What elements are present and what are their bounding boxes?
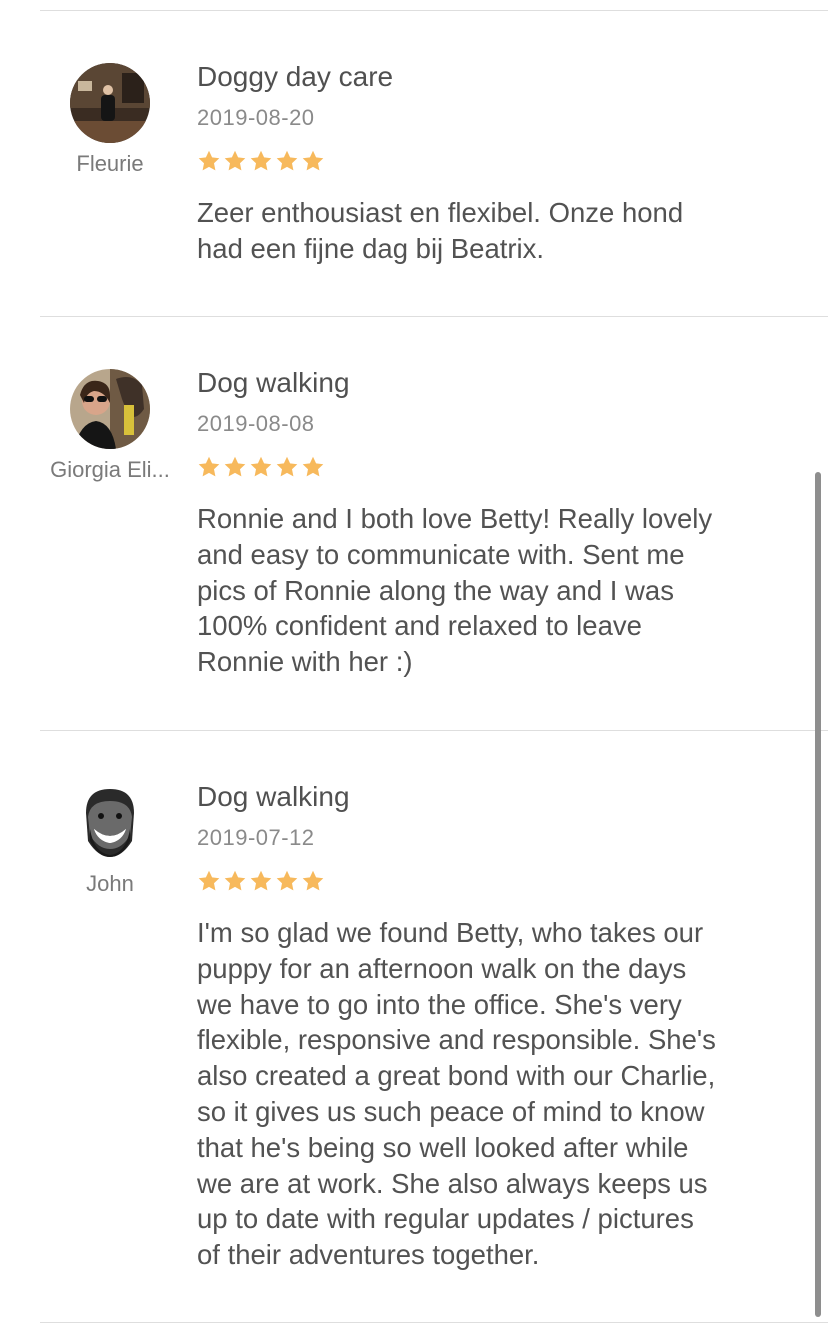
star-icon	[302, 150, 324, 171]
service-title: Doggy day care	[197, 61, 394, 92]
scrollbar[interactable]	[815, 472, 821, 1317]
star-icon	[224, 870, 246, 891]
star-rating	[197, 149, 325, 173]
comment-line: had een fijne dag bij Beatrix.	[197, 232, 545, 264]
comment-line: that he's being so well looked after whi…	[197, 1131, 689, 1163]
review-comment: I'm so glad we found Betty, who takes ou…	[197, 915, 797, 1273]
comment-line: puppy for an afternoon walk on the days	[197, 952, 687, 984]
star-icon	[276, 150, 298, 171]
star-icon	[198, 456, 220, 477]
comment-line: and easy to communicate with. Sent me	[197, 538, 685, 570]
comment-line: Ronnie and I both love Betty! Really lov…	[197, 503, 713, 534]
star-icon	[302, 456, 324, 477]
comment-line: of their adventures together.	[197, 1239, 540, 1271]
comment-line: I'm so glad we found Betty, who takes ou…	[197, 917, 704, 948]
reviewer-name: John	[86, 871, 134, 896]
avatar[interactable]	[70, 783, 150, 863]
comment-line: Ronnie with her :)	[197, 646, 413, 678]
comment-line: 100% confident and relaxed to leave	[197, 610, 642, 642]
review-date: 2019-08-20	[197, 105, 315, 130]
comment-line: also created a great bond with our Charl…	[197, 1060, 716, 1092]
reviewer-name: Fleurie	[76, 151, 144, 176]
comment-line: we have to go into the office. She's ver…	[197, 988, 682, 1020]
star-rating	[197, 869, 325, 893]
review-comment: Zeer enthousiast en flexibel. Onze hond …	[197, 195, 797, 267]
divider	[40, 730, 828, 731]
star-icon	[302, 870, 324, 891]
review-date: 2019-08-08	[197, 411, 315, 436]
star-icon	[276, 456, 298, 477]
service-title: Dog walking	[197, 367, 350, 398]
comment-line: we are at work. She also always keeps us	[197, 1167, 708, 1199]
comment-line: so it gives us such peace of mind to kno…	[197, 1095, 705, 1127]
star-rating	[197, 455, 325, 479]
star-icon	[250, 870, 272, 891]
avatar[interactable]	[70, 369, 150, 449]
star-icon	[198, 150, 220, 171]
divider	[40, 316, 828, 317]
star-icon	[250, 150, 272, 171]
star-icon	[198, 870, 220, 891]
comment-line: up to date with regular updates / pictur…	[197, 1203, 694, 1235]
divider-bottom	[40, 1322, 828, 1323]
comment-line: flexible, responsive and responsible. Sh…	[197, 1024, 716, 1056]
star-icon	[224, 150, 246, 171]
comment-line: Zeer enthousiast en flexibel. Onze hond	[197, 197, 684, 228]
divider-top	[40, 10, 828, 11]
review-date: 2019-07-12	[197, 825, 315, 850]
service-title: Dog walking	[197, 781, 350, 812]
star-icon	[276, 870, 298, 891]
review-comment: Ronnie and I both love Betty! Really lov…	[197, 501, 797, 680]
avatar[interactable]	[70, 63, 150, 143]
comment-line: pics of Ronnie along the way and I was	[197, 574, 674, 606]
reviewer-name: Giorgia Eli...	[50, 457, 170, 482]
star-icon	[224, 456, 246, 477]
star-icon	[250, 456, 272, 477]
